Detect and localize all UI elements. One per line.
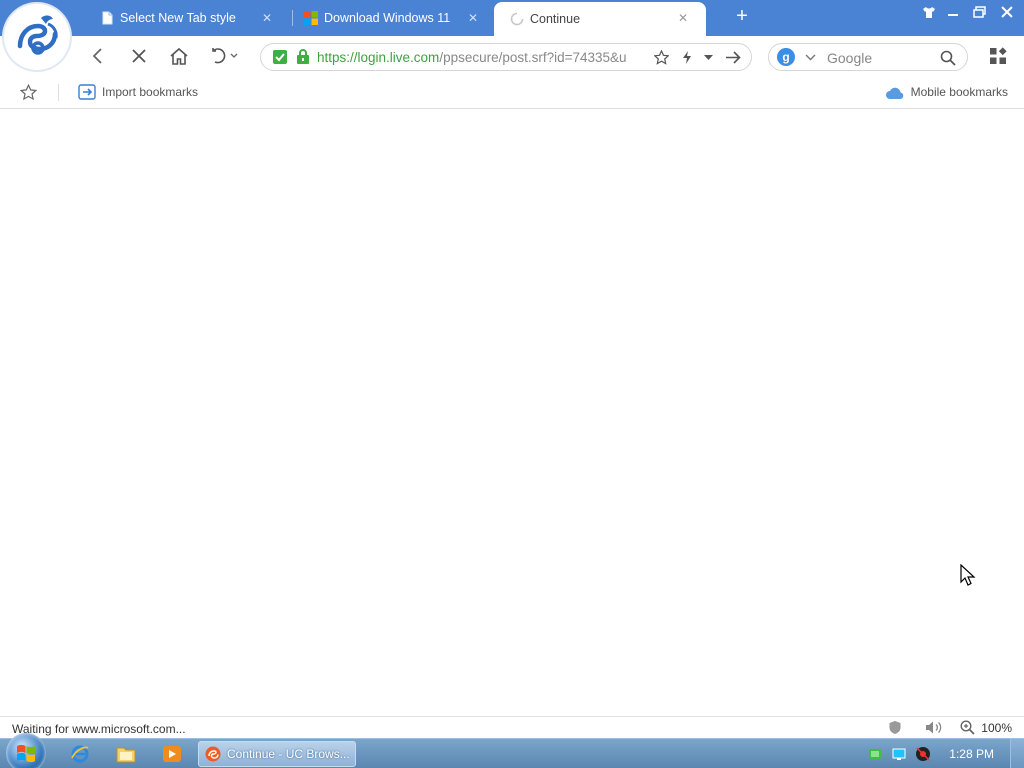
mobile-bookmarks-button[interactable]: Mobile bookmarks (885, 84, 1008, 100)
uc-browser-logo[interactable] (4, 4, 70, 70)
media-player-taskbar-icon[interactable] (160, 743, 184, 765)
lock-icon (297, 49, 309, 64)
address-bar[interactable]: https://login.live.com/ppsecure/post.srf… (260, 43, 752, 71)
tab-select-new-tab-style[interactable]: Select New Tab style ✕ (100, 4, 282, 32)
search-input[interactable]: Google (827, 50, 872, 66)
dropdown-arrow-icon[interactable] (704, 55, 713, 61)
chevron-down-icon (230, 53, 238, 58)
cloud-icon (885, 87, 903, 99)
search-icon[interactable] (940, 50, 956, 66)
stop-x-icon (132, 49, 146, 63)
undo-icon (212, 48, 226, 64)
close-icon[interactable]: ✕ (676, 11, 690, 25)
tab-continue-active[interactable]: Continue ✕ (494, 2, 706, 36)
uc-browser-icon (205, 746, 221, 762)
url-host: https://login.live.com (317, 50, 440, 65)
new-tab-button[interactable]: + (732, 6, 752, 26)
home-button[interactable] (167, 44, 191, 68)
tab-strip: Select New Tab style ✕ Download Windows … (0, 0, 1024, 36)
tab-title: Download Windows 11 (324, 11, 451, 25)
system-clock[interactable]: 1:28 PM (949, 747, 994, 761)
show-desktop-button[interactable] (1010, 739, 1024, 768)
taskbar-window-title: Continue - UC Brows... (227, 747, 350, 761)
loading-spinner-icon (510, 12, 524, 26)
url-path: /ppsecure/post.srf?id=74335&u (439, 50, 627, 65)
windows-logo-icon (304, 11, 318, 25)
status-bar: Waiting for www.microsoft.com... 100% (0, 716, 1024, 738)
volume-tray-icon[interactable] (915, 746, 931, 762)
apps-menu-button[interactable] (986, 44, 1010, 68)
security-check-icon (273, 50, 287, 64)
mobile-bookmarks-label: Mobile bookmarks (910, 85, 1008, 99)
undo-close-tab-button[interactable] (206, 44, 242, 68)
star-bookmark-icon[interactable] (654, 50, 669, 65)
chevron-left-icon (92, 48, 102, 64)
uc-squirrel-logo-icon (9, 9, 65, 65)
media-player-icon (163, 746, 181, 762)
bookmarks-bar: Import bookmarks Mobile bookmarks (0, 76, 1024, 109)
display-tray-icon[interactable] (892, 747, 906, 761)
taskbar-uc-browser-window[interactable]: Continue - UC Brows... (198, 741, 356, 767)
status-text: Waiting for www.microsoft.com... (12, 722, 186, 736)
navigation-toolbar: https://login.live.com/ppsecure/post.srf… (0, 36, 1024, 76)
mouse-cursor-icon (960, 564, 976, 586)
internet-explorer-icon (71, 745, 89, 763)
restore-button[interactable] (968, 3, 990, 21)
network-tray-icon[interactable] (868, 747, 882, 761)
minimize-button[interactable] (942, 3, 964, 21)
zoom-level[interactable]: 100% (981, 721, 1012, 735)
file-explorer-taskbar-icon[interactable] (114, 743, 138, 765)
close-icon[interactable]: ✕ (466, 11, 480, 25)
home-icon (170, 47, 188, 65)
star-icon[interactable] (20, 84, 37, 101)
search-box[interactable]: g Google (768, 43, 968, 71)
go-arrow-icon[interactable] (725, 50, 741, 65)
tab-download-windows-11[interactable]: Download Windows 11 ✕ (292, 4, 488, 32)
chevron-down-icon[interactable] (805, 54, 816, 61)
page-content[interactable] (0, 109, 1024, 716)
zoom-icon[interactable] (960, 720, 975, 735)
tab-title: Select New Tab style (120, 11, 236, 25)
windows-flag-icon (17, 744, 35, 763)
internet-explorer-taskbar-icon[interactable] (68, 743, 92, 765)
close-icon[interactable]: ✕ (260, 11, 274, 25)
divider (58, 84, 59, 101)
start-button[interactable] (6, 733, 46, 768)
tab-title: Continue (530, 12, 581, 26)
speaker-icon[interactable] (924, 720, 942, 735)
close-window-button[interactable] (996, 3, 1018, 21)
stop-loading-button[interactable] (127, 44, 151, 68)
import-bookmarks-label: Import bookmarks (102, 85, 199, 99)
import-bookmarks-button[interactable]: Import bookmarks (78, 84, 198, 100)
windows-taskbar: Continue - UC Brows... 1:28 PM (0, 733, 1024, 768)
folder-icon (116, 747, 136, 763)
back-button[interactable] (86, 44, 110, 68)
page-icon (102, 11, 113, 25)
import-icon (78, 84, 96, 100)
lightning-fast-mode-icon[interactable] (681, 50, 693, 65)
skin-tshirt-icon[interactable] (918, 3, 940, 21)
apps-grid-icon (990, 47, 1007, 64)
search-engine-google-icon[interactable]: g (777, 48, 795, 66)
shield-icon[interactable] (888, 720, 902, 735)
url-field[interactable]: https://login.live.com/ppsecure/post.srf… (317, 50, 643, 65)
